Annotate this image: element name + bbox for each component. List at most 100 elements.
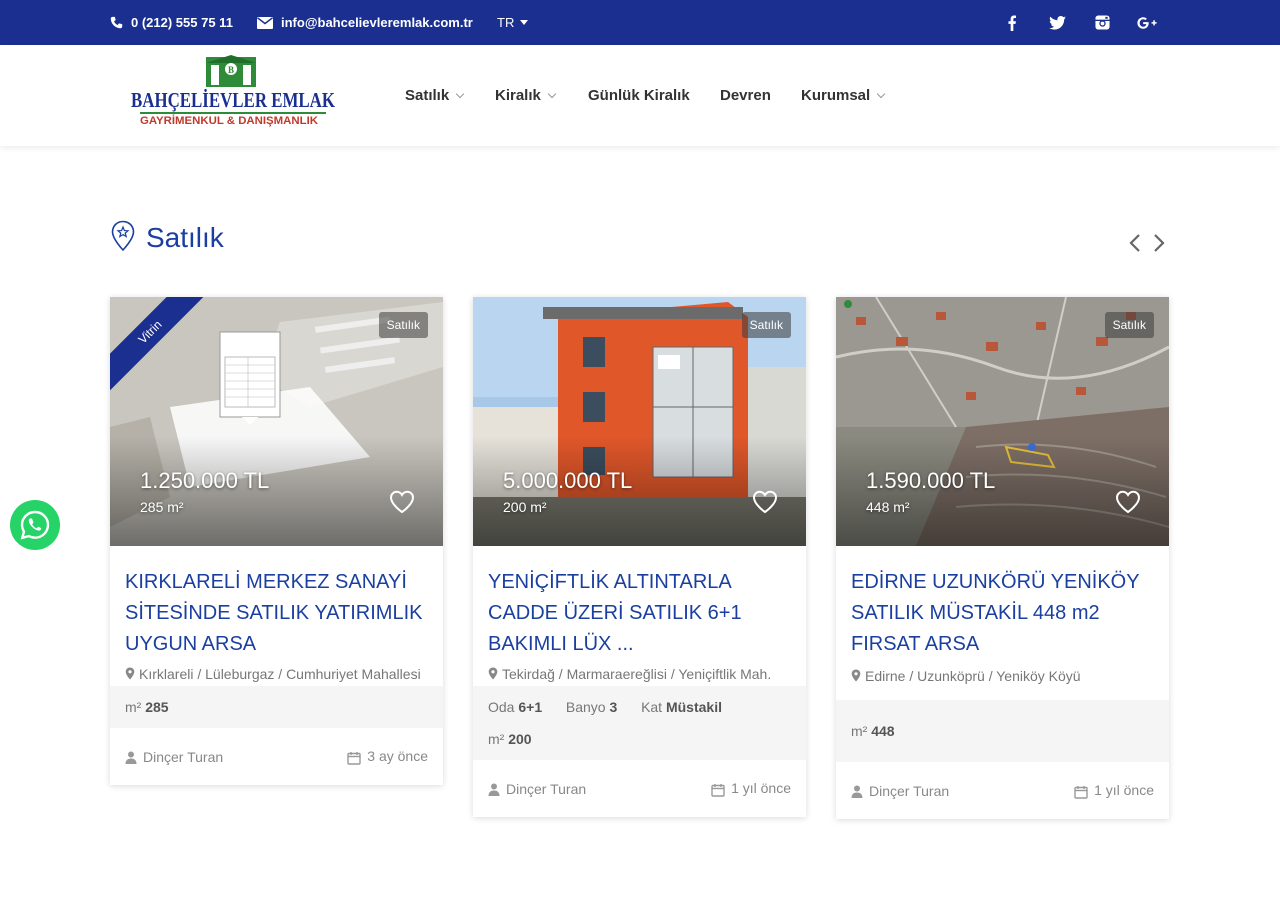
listing-footer: Dinçer Turan 1 yıl önce (488, 760, 791, 817)
listing-location: Tekirdağ / Marmaraereğlisi / Yeniçiftlik… (488, 662, 791, 686)
m2-value: 200 (508, 731, 532, 747)
section-heading: Satılık (110, 218, 224, 258)
section-title: Satılık (146, 222, 224, 253)
envelope-icon (257, 16, 273, 29)
calendar-icon (711, 783, 725, 797)
listing-location: Kırklareli / Lüleburgaz / Cumhuriyet Mah… (125, 662, 428, 686)
status-badge: Satılık (378, 312, 428, 338)
kat-label: Kat (641, 699, 663, 715)
listing-card[interactable]: Satılık 1.590.000 TL 448 m² EDİRNE UZUNK… (836, 297, 1169, 819)
listing-image[interactable]: Satılık 5.000.000 TL 200 m² (473, 297, 806, 546)
listing-title[interactable]: YENİÇİFTLİK ALTINTARLA CADDE ÜZERİ SATIL… (488, 567, 791, 660)
listing-image[interactable]: Vitrin Satılık 1.250.000 TL 285 m² (110, 297, 443, 546)
facebook-icon[interactable] (1000, 0, 1024, 45)
time-text: 1 yıl önce (1094, 782, 1154, 799)
m2-label: m² (125, 699, 142, 715)
featured-ribbon: Vitrin (110, 297, 210, 397)
m2-label: m² (851, 723, 868, 739)
m2-value: 285 (145, 699, 169, 715)
listing-area: 200 m² (503, 499, 547, 515)
listing-title[interactable]: KIRKLARELİ MERKEZ SANAYİ SİTESİNDE SATIL… (125, 567, 428, 660)
listing-specs: m² 448 (836, 700, 1169, 762)
map-marker-icon (851, 669, 861, 682)
location-text: Kırklareli / Lüleburgaz / Cumhuriyet Mah… (139, 666, 421, 682)
map-pin-star-icon (110, 220, 136, 257)
instagram-icon[interactable] (1090, 0, 1114, 45)
heart-icon[interactable] (752, 490, 778, 519)
email-link[interactable]: info@bahcelievleremlak.com.tr (257, 0, 473, 45)
user-icon (851, 785, 863, 799)
chevron-down-icon (547, 89, 557, 98)
listing-price: 1.590.000 TL (866, 468, 996, 493)
listing-area: 448 m² (866, 499, 910, 515)
listing-card[interactable]: Vitrin Satılık 1.250.000 TL 285 m² KIRKL… (110, 297, 443, 785)
nav-satilik[interactable]: Satılık (405, 45, 465, 146)
language-selector[interactable]: TR (497, 0, 529, 45)
listing-specs: Oda 6+1 Banyo 3 Kat Müstakil m² 200 (473, 686, 806, 760)
twitter-icon[interactable] (1045, 0, 1069, 45)
phone-icon (110, 16, 123, 29)
caret-down-icon (520, 20, 529, 25)
time-text: 3 ay önce (367, 748, 428, 765)
svg-text:GAYRİMENKUL & DANIŞMANLIK: GAYRİMENKUL & DANIŞMANLIK (140, 114, 318, 127)
agent[interactable]: Dinçer Turan (125, 749, 223, 765)
location-text: Edirne / Uzunköprü / Yeniköy Köyü (865, 668, 1081, 684)
svg-text:BAHÇELİEVLER EMLAK: BAHÇELİEVLER EMLAK (131, 88, 336, 112)
calendar-icon (1074, 785, 1088, 799)
listing-footer: Dinçer Turan 3 ay önce (125, 728, 428, 785)
site-logo[interactable]: B BAHÇELİEVLER EMLAK GAYRİMENKUL & DANIŞ… (126, 55, 340, 133)
posted-time: 1 yıl önce (711, 780, 791, 796)
chevron-left-icon[interactable] (1128, 232, 1142, 259)
top-bar: 0 (212) 555 75 11 info@bahcelievleremlak… (0, 0, 1280, 45)
banyo-value: 3 (609, 699, 618, 715)
agent-name: Dinçer Turan (869, 782, 950, 799)
nav-label: Kiralık (495, 87, 541, 104)
ribbon-label: Vitrin (110, 297, 210, 397)
m2-value: 448 (871, 723, 895, 739)
banyo-label: Banyo (565, 699, 606, 715)
agent-name: Dinçer Turan (143, 748, 224, 765)
listing-footer: Dinçer Turan 1 yıl önce (851, 762, 1154, 819)
nav-kiralik[interactable]: Kiralık (495, 45, 557, 146)
heart-icon[interactable] (1115, 490, 1141, 519)
status-badge: Satılık (741, 312, 791, 338)
svg-text:B: B (228, 65, 234, 75)
carousel-arrows (1128, 232, 1166, 259)
nav-label: Günlük Kiralık (588, 87, 690, 104)
location-text: Tekirdağ / Marmaraereğlisi / Yeniçiftlik… (502, 666, 772, 682)
status-badge: Satılık (1104, 312, 1154, 338)
listing-card[interactable]: Satılık 5.000.000 TL 200 m² YENİÇİFTLİK … (473, 297, 806, 817)
chevron-down-icon (876, 89, 886, 98)
agent[interactable]: Dinçer Turan (488, 781, 586, 797)
map-marker-icon (125, 667, 135, 680)
time-text: 1 yıl önce (731, 780, 791, 797)
heart-icon[interactable] (389, 490, 415, 519)
calendar-icon (347, 751, 361, 765)
kat-value: Müstakil (665, 699, 722, 715)
listing-price: 1.250.000 TL (140, 468, 270, 493)
listing-specs: m² 285 (110, 686, 443, 728)
nav-label: Satılık (405, 87, 450, 104)
listing-title[interactable]: EDİRNE UZUNKÖRÜ YENİKÖY SATILIK MÜSTAKİL… (851, 567, 1154, 660)
chevron-right-icon[interactable] (1152, 232, 1166, 259)
posted-time: 3 ay önce (347, 748, 428, 764)
user-icon (488, 783, 500, 797)
m2-label: m² (488, 731, 505, 747)
nav-kurumsal[interactable]: Kurumsal (801, 45, 886, 146)
nav-label: Kurumsal (801, 87, 871, 104)
phone-link[interactable]: 0 (212) 555 75 11 (110, 0, 233, 45)
phone-number: 0 (212) 555 75 11 (131, 15, 233, 30)
agent[interactable]: Dinçer Turan (851, 783, 949, 799)
nav-label: Devren (720, 87, 771, 104)
nav-devren[interactable]: Devren (720, 45, 771, 146)
agent-name: Dinçer Turan (506, 780, 587, 797)
nav-gunluk-kiralik[interactable]: Günlük Kiralık (588, 45, 690, 146)
listing-area: 285 m² (140, 499, 184, 515)
main-header: B BAHÇELİEVLER EMLAK GAYRİMENKUL & DANIŞ… (0, 45, 1280, 146)
whatsapp-button[interactable] (10, 500, 60, 550)
posted-time: 1 yıl önce (1074, 782, 1154, 798)
listing-image[interactable]: Satılık 1.590.000 TL 448 m² (836, 297, 1169, 546)
map-marker-icon (488, 667, 498, 680)
google-plus-icon[interactable] (1135, 0, 1159, 45)
user-icon (125, 751, 137, 765)
